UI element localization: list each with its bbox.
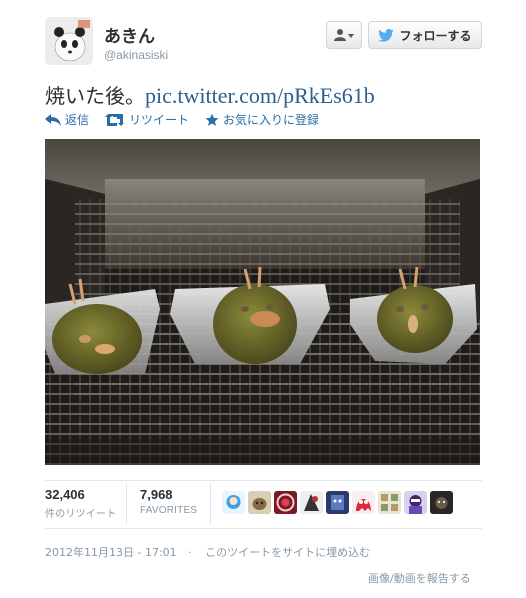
favorite-count: 7,968 — [140, 487, 173, 502]
favoriter-avatar[interactable] — [248, 491, 271, 514]
tweet-body: 焼いた後。 — [45, 84, 145, 108]
retweet-count-label: 件のリツイート — [45, 509, 117, 520]
favoriter-avatar[interactable] — [404, 491, 427, 514]
tweet-actions: 返信 リツイート お気に入りに登録 — [45, 111, 319, 128]
star-icon — [205, 113, 219, 126]
twitter-bird-icon — [378, 28, 395, 42]
tweet-meta: 2012年11月13日 - 17:01 · このツイートをサイトに埋め込む — [45, 544, 370, 560]
favoriter-avatar[interactable] — [222, 491, 245, 514]
follow-button[interactable]: フォローする — [368, 21, 482, 49]
user-dropdown-icon — [334, 29, 354, 41]
user-handle[interactable]: @akinasiski — [104, 48, 168, 62]
favoriter-avatar[interactable] — [378, 491, 401, 514]
tweet-timestamp[interactable]: 2012年11月13日 - 17:01 — [45, 546, 177, 559]
user-avatar[interactable] — [45, 17, 93, 65]
embed-tweet-link[interactable]: このツイートをサイトに埋め込む — [205, 546, 370, 559]
favorite-label: お気に入りに登録 — [223, 113, 320, 127]
retweet-icon — [105, 113, 125, 126]
favorite-action[interactable]: お気に入りに登録 — [205, 111, 319, 128]
reply-label: 返信 — [65, 113, 90, 127]
reply-icon — [45, 113, 61, 126]
favoriter-avatar[interactable] — [326, 491, 349, 514]
tweet-card: あきん @akinasiski フォローする 焼いた後。pic.twitter.… — [0, 0, 526, 598]
retweet-count: 32,406 — [45, 487, 85, 502]
follow-button-label: フォローする — [399, 28, 472, 43]
user-actions-button[interactable] — [326, 21, 362, 49]
favoriter-avatar[interactable] — [274, 491, 297, 514]
tweet-photo[interactable] — [45, 139, 480, 465]
stats-top-divider — [45, 480, 482, 481]
reply-action[interactable]: 返信 — [45, 111, 89, 128]
favoriter-avatar[interactable] — [352, 491, 375, 514]
report-media-link[interactable]: 画像/動画を報告する — [368, 570, 471, 586]
retweet-action[interactable]: リツイート — [105, 111, 189, 128]
meta-separator: · — [188, 546, 192, 559]
tweet-media-link[interactable]: pic.twitter.com/pRkEs61b — [145, 83, 375, 108]
stats-bottom-divider — [45, 528, 482, 529]
favoriter-avatar[interactable] — [430, 491, 453, 514]
favoriter-avatar[interactable] — [300, 491, 323, 514]
user-name[interactable]: あきん — [104, 22, 155, 47]
tweet-text: 焼いた後。pic.twitter.com/pRkEs61b — [45, 83, 375, 109]
stat-separator — [210, 483, 211, 525]
favorite-count-label: FAVORITES — [140, 505, 198, 516]
favoriters-list — [222, 491, 453, 514]
favorite-stat[interactable]: 7,968 FAVORITES — [140, 487, 197, 516]
stat-separator — [126, 483, 127, 525]
retweet-label: リツイート — [129, 113, 190, 127]
retweet-stat[interactable]: 32,406 件のリツイート — [45, 487, 116, 520]
